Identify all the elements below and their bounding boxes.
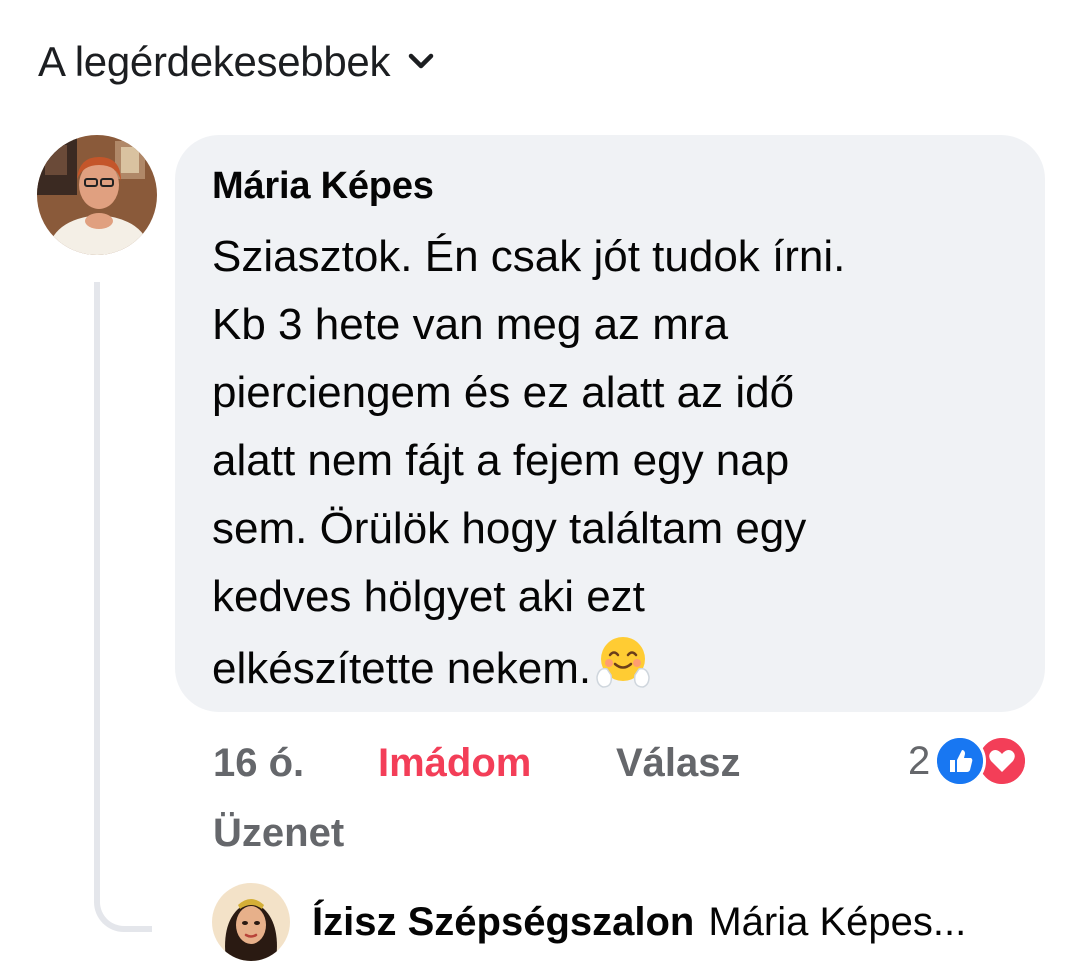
sort-label: A legérdekesebbek <box>38 38 391 85</box>
comment-line: sem. Örülök hogy találtam egy <box>212 504 807 553</box>
comment-line: Kb 3 hete van meg az mra <box>212 300 729 349</box>
message-button[interactable]: Üzenet <box>213 808 344 858</box>
comment-line-last: elkészítette nekem. <box>212 631 1012 703</box>
reaction-summary[interactable]: 2 <box>908 735 1029 787</box>
profile-photo <box>37 135 157 255</box>
reply-author: Ízisz Szépségszalon <box>312 899 695 944</box>
comment-line-text: elkészítette nekem. <box>212 644 592 693</box>
thread-connector-line <box>94 282 152 932</box>
comment-line: Sziasztok. Én csak jót tudok írni. <box>212 232 846 281</box>
comment-line: alatt nem fájt a fejem egy nap <box>212 436 790 485</box>
comment-line: kedves hölgyet aki ezt <box>212 572 645 621</box>
hugging-face-emoji-icon <box>596 637 650 688</box>
avatar[interactable] <box>37 135 157 255</box>
comment-text: Sziasztok. Én csak jót tudok írni. Kb 3 … <box>212 223 1012 703</box>
love-reaction-button[interactable]: Imádom <box>378 738 531 788</box>
comment-bubble: Mária Képes Sziasztok. Én csak jót tudok… <box>175 135 1045 712</box>
comment-thread-page: A legérdekesebbek Mária Képes Sziasztok.… <box>0 0 1080 970</box>
reply-profile-photo <box>212 883 290 961</box>
reply-button[interactable]: Válasz <box>616 738 741 788</box>
reply-snippet: Mária Képes... <box>708 899 967 944</box>
reply-preview[interactable]: Ízisz Szépségszalon Mária Képes... <box>212 883 966 961</box>
sort-dropdown[interactable]: A legérdekesebbek <box>38 38 434 86</box>
like-icon <box>934 735 987 787</box>
reaction-count: 2 <box>908 738 931 783</box>
comment-timestamp[interactable]: 16 ó. <box>213 738 304 788</box>
avatar[interactable] <box>212 883 290 961</box>
comment-author[interactable]: Mária Képes <box>212 161 1009 211</box>
chevron-down-icon <box>408 53 434 69</box>
comment-line: pierciengem és ez alatt az idő <box>212 368 795 417</box>
